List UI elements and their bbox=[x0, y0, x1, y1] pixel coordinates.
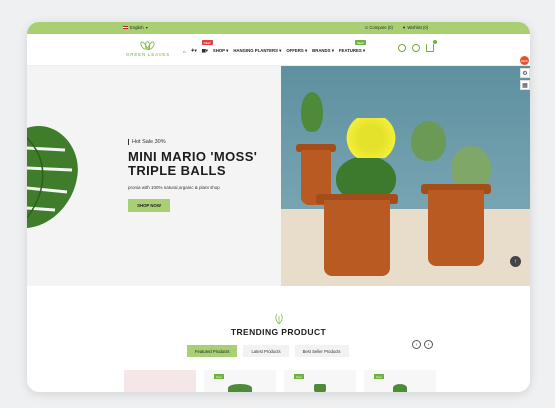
logo-name: GREEN LEAVES bbox=[125, 52, 171, 57]
heart-icon: ♥ bbox=[402, 25, 406, 30]
product-image bbox=[228, 384, 252, 392]
user-icon[interactable] bbox=[412, 44, 420, 52]
hero-title: MINI MARIO 'MOSS' TRIPLE BALLS bbox=[128, 149, 258, 178]
scroll-to-top-button[interactable]: ↑ bbox=[510, 256, 521, 267]
new-badge: NEW bbox=[354, 40, 366, 45]
wishlist-link[interactable]: ♥ Wishlist (0) bbox=[403, 25, 428, 30]
browser-frame: English ▾ ⤨ Compare (0) ♥ Wishlist (0) G… bbox=[27, 22, 530, 392]
chevron-left-icon[interactable]: ‹ bbox=[412, 340, 421, 349]
nav-category-icon[interactable]: ⚘▾ bbox=[191, 48, 197, 54]
product-card[interactable] bbox=[124, 370, 196, 392]
shop-now-button[interactable]: SHOP NOW bbox=[128, 199, 170, 212]
compare-label: Compare (0) bbox=[369, 25, 393, 30]
tab-featured-products[interactable]: Featured Products bbox=[187, 345, 238, 357]
new-badge: NEW bbox=[201, 40, 213, 45]
home-icon[interactable]: ⌂ bbox=[183, 49, 186, 54]
nav-item-shop[interactable]: SHOP ▾ bbox=[213, 48, 228, 54]
cart-icon[interactable] bbox=[426, 40, 437, 52]
nav-item-features[interactable]: NEW FEATURES ▾ bbox=[339, 40, 366, 54]
monstera-leaf-icon bbox=[27, 126, 78, 228]
new-badge: New bbox=[374, 374, 384, 379]
main-nav: ⌂ ⚘▾ NEW ▦▾ SHOP ▾ HANGING PLANTERS ▾ OFF… bbox=[183, 40, 366, 54]
us-flag-icon bbox=[123, 25, 128, 30]
language-label: English bbox=[130, 25, 144, 30]
leaf-logo-icon bbox=[139, 40, 156, 51]
hero-image bbox=[281, 66, 530, 286]
product-tabs: Featured Products Latest Products Best S… bbox=[187, 345, 349, 357]
hero-subtitle: pronia with 100% natural,organic & plant… bbox=[128, 185, 220, 190]
nav-grid-icon[interactable]: NEW ▦▾ bbox=[201, 40, 213, 54]
gear-icon[interactable]: ⚙ bbox=[520, 68, 530, 78]
nav-item-hanging-planters[interactable]: HANGING PLANTERS ▾ bbox=[233, 48, 281, 54]
product-card[interactable]: New bbox=[364, 370, 436, 392]
search-icon[interactable] bbox=[398, 44, 406, 52]
product-card[interactable]: New bbox=[204, 370, 276, 392]
chevron-down-icon: ▾ bbox=[145, 25, 148, 30]
section-title: TRENDING PRODUCT bbox=[230, 327, 327, 337]
grid-icon[interactable]: ▦ bbox=[520, 80, 530, 90]
compare-icon: ⤨ bbox=[364, 25, 368, 30]
top-bar: English ▾ ⤨ Compare (0) ♥ Wishlist (0) bbox=[27, 22, 530, 34]
header: GREEN LEAVES ⌂ ⚘▾ NEW ▦▾ SHOP ▾ HANGING P… bbox=[27, 34, 530, 66]
nav-item-offers[interactable]: OFFERS ▾ bbox=[286, 48, 307, 54]
chevron-right-icon[interactable]: › bbox=[424, 340, 433, 349]
logo[interactable]: GREEN LEAVES bbox=[123, 40, 173, 57]
hero-hot-sale: Hot Sale 30% bbox=[128, 139, 166, 145]
tab-latest-products[interactable]: Latest Products bbox=[243, 345, 289, 357]
product-list: New New New bbox=[124, 370, 436, 392]
product-image bbox=[314, 384, 326, 392]
compare-link[interactable]: ⤨ Compare (0) bbox=[364, 25, 393, 30]
new-badge: New bbox=[294, 374, 304, 379]
product-card[interactable]: New bbox=[284, 370, 356, 392]
new-sticker: NEW bbox=[520, 56, 529, 65]
language-selector[interactable]: English ▾ bbox=[123, 25, 148, 30]
nav-item-brands[interactable]: BRANDS ▾ bbox=[312, 48, 334, 54]
tab-best-seller-products[interactable]: Best Seller Products bbox=[294, 345, 349, 357]
leaf-icon bbox=[275, 314, 283, 324]
wishlist-label: Wishlist (0) bbox=[407, 25, 429, 30]
product-image bbox=[393, 384, 407, 392]
new-badge: New bbox=[214, 374, 224, 379]
cart-badge bbox=[433, 40, 437, 44]
